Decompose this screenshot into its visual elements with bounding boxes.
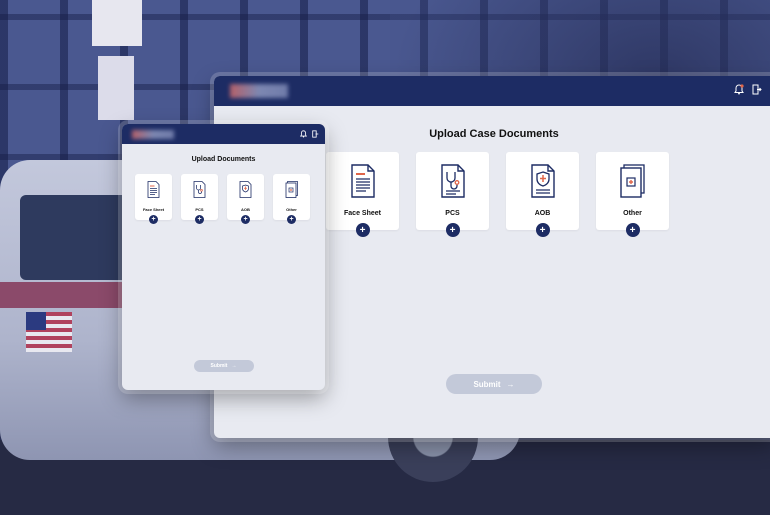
document-card-list: Face Sheet + PCS + AOB + Other +: [326, 152, 669, 237]
logout-icon[interactable]: [752, 82, 762, 100]
parking-sign: [98, 56, 134, 120]
aob-shield-document-icon: [239, 181, 252, 203]
card-label: AOB: [241, 207, 250, 212]
add-face-sheet-button[interactable]: +: [355, 223, 370, 237]
other-stacked-document-icon: [285, 181, 299, 203]
card-label: AOB: [534, 210, 551, 217]
card-label: PCS: [195, 207, 204, 212]
bell-icon[interactable]: [734, 82, 744, 100]
card-pcs[interactable]: PCS +: [416, 152, 489, 237]
card-label: PCS: [445, 210, 460, 217]
card-other[interactable]: Other +: [273, 174, 310, 224]
app-header: [122, 124, 325, 144]
card-label: Face Sheet: [344, 210, 381, 217]
card-aob[interactable]: AOB +: [227, 174, 264, 224]
blurred-logo: [230, 84, 288, 98]
pcs-stethoscope-document-icon: [193, 181, 206, 203]
submit-label: Submit: [210, 363, 228, 369]
face-sheet-document-icon: [147, 181, 160, 203]
card-aob[interactable]: AOB +: [506, 152, 579, 237]
ambulance-stripe: [0, 282, 130, 308]
app-header: [214, 76, 770, 106]
add-aob-button[interactable]: +: [535, 223, 550, 237]
page-title: Upload Documents: [191, 156, 256, 163]
add-pcs-button[interactable]: +: [195, 215, 204, 224]
add-aob-button[interactable]: +: [241, 215, 250, 224]
tablet-upload-window: Upload Documents Face Sheet + PCS + AOB …: [122, 124, 325, 390]
face-sheet-document-icon: [350, 164, 376, 203]
add-other-button[interactable]: +: [625, 223, 640, 237]
submit-button[interactable]: Submit →: [193, 360, 254, 372]
add-face-sheet-button[interactable]: +: [149, 215, 158, 224]
submit-label: Submit: [473, 379, 501, 389]
card-other[interactable]: Other +: [596, 152, 669, 237]
pcs-stethoscope-document-icon: [440, 164, 466, 203]
add-other-button[interactable]: +: [287, 215, 296, 224]
card-face-sheet[interactable]: Face Sheet +: [326, 152, 399, 237]
bell-icon[interactable]: [299, 125, 308, 143]
card-pcs[interactable]: PCS +: [181, 174, 218, 224]
document-card-list: Face Sheet + PCS + AOB + Other +: [135, 174, 310, 224]
add-pcs-button[interactable]: +: [445, 223, 460, 237]
submit-button[interactable]: Submit →: [446, 374, 542, 394]
card-label: Face Sheet: [142, 207, 165, 212]
other-stacked-document-icon: [619, 164, 647, 203]
us-flag-decal: [26, 312, 72, 352]
blurred-logo: [132, 129, 174, 139]
arrow-right-icon: →: [506, 379, 515, 389]
card-label: Other: [286, 207, 297, 212]
street-sign: [92, 0, 142, 46]
card-label: Other: [623, 210, 642, 217]
arrow-right-icon: →: [231, 363, 237, 369]
aob-shield-document-icon: [530, 164, 556, 203]
ambulance-window: [20, 195, 130, 280]
card-face-sheet[interactable]: Face Sheet +: [135, 174, 172, 224]
logout-icon[interactable]: [312, 125, 319, 143]
